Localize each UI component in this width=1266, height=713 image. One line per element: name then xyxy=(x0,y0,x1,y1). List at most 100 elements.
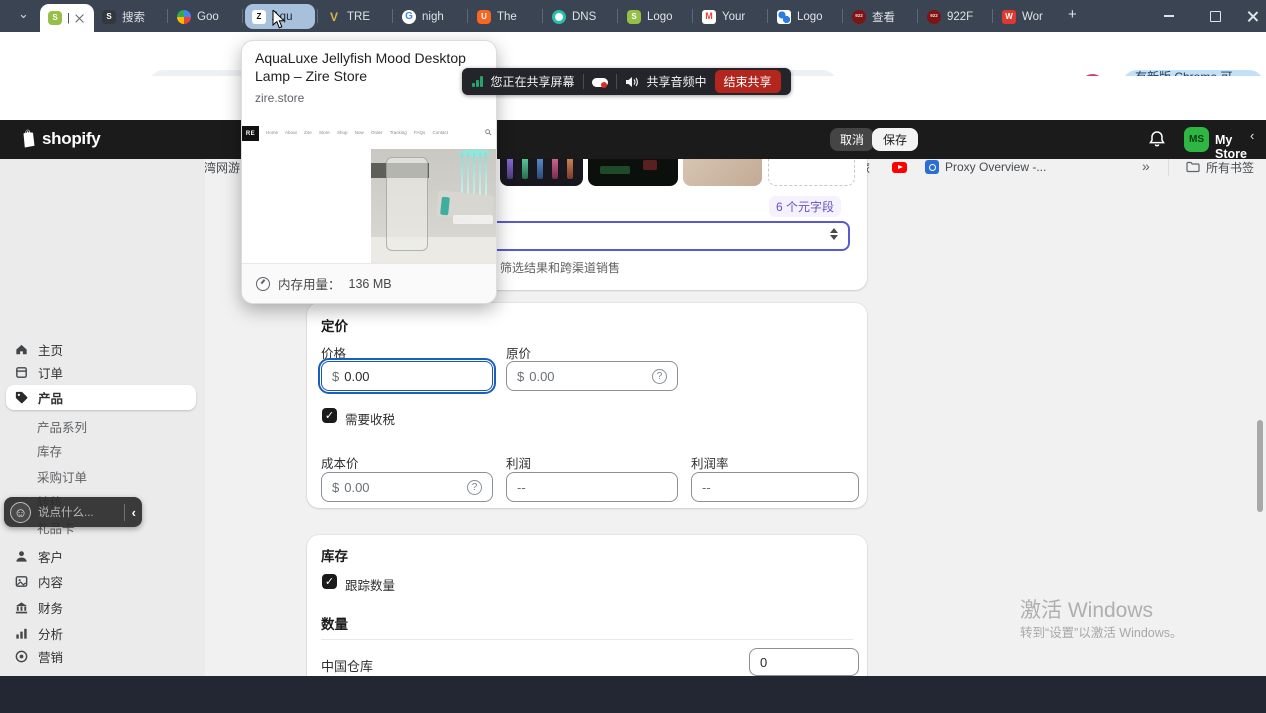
browser-tab[interactable]: DNS xyxy=(545,4,615,29)
tab-label: 搜索 xyxy=(122,9,158,25)
sidebar-item-content[interactable]: 内容 xyxy=(6,569,196,593)
sidebar-label: 主页 xyxy=(38,340,63,359)
folder-icon xyxy=(1186,161,1200,173)
site-logo: RE xyxy=(242,126,259,141)
margin-input[interactable]: -- xyxy=(691,472,859,502)
margin-value: -- xyxy=(702,480,711,495)
quantity-title: 数量 xyxy=(321,613,348,633)
sidebar-item-home[interactable]: 主页 xyxy=(6,337,196,361)
content-icon xyxy=(14,574,29,589)
notifications-bell-icon[interactable] xyxy=(1148,130,1166,149)
tab-separator xyxy=(692,9,693,23)
tab-separator xyxy=(617,9,618,23)
chat-divider xyxy=(124,504,125,521)
cancel-button[interactable]: 取消 xyxy=(830,128,874,151)
window-maximize-button[interactable] xyxy=(1194,0,1236,32)
track-quantity-checkbox[interactable]: ✓ xyxy=(322,574,337,589)
metafields-link[interactable]: 6 个元字段 xyxy=(769,196,841,217)
browser-tab[interactable]: 922 922F xyxy=(920,4,990,29)
tab-label: Logo xyxy=(797,11,833,23)
bookmark-item[interactable]: Proxy Overview -... xyxy=(925,157,1046,177)
profit-input[interactable]: -- xyxy=(506,472,678,502)
site-nav: Home About Zire Store Shop Now Order Tra… xyxy=(266,130,476,135)
price-input[interactable]: $ 0.00 xyxy=(321,361,493,391)
page-scrollbar[interactable] xyxy=(1257,420,1263,512)
sidebar-item-analytics[interactable]: 分析 xyxy=(6,621,196,645)
help-icon[interactable]: ? xyxy=(652,369,667,384)
tab-separator xyxy=(392,9,393,23)
tab-separator xyxy=(767,9,768,23)
window-minimize-button[interactable] xyxy=(1148,0,1190,32)
tab-label: 查看 xyxy=(872,9,908,25)
quantity-input[interactable]: 0 xyxy=(749,648,859,676)
compare-price-input[interactable]: $ 0.00 ? xyxy=(506,361,678,391)
browser-tab[interactable]: M Your xyxy=(695,4,765,29)
share-divider xyxy=(583,74,584,89)
window-close-button[interactable] xyxy=(1238,0,1266,32)
charge-tax-checkbox[interactable]: ✓ xyxy=(322,408,337,423)
browser-tab[interactable]: Goo xyxy=(170,4,240,29)
bookmarks-divider xyxy=(1168,158,1169,176)
browser-tab[interactable]: S 搜索 xyxy=(95,4,165,29)
tab-label: TRE xyxy=(347,11,383,23)
cloud-icon[interactable] xyxy=(592,76,608,87)
browser-tab[interactable]: W Wor xyxy=(995,4,1065,29)
tab-search-chevron-icon[interactable]: ⌄ xyxy=(18,6,29,22)
orders-icon xyxy=(14,365,29,380)
track-quantity-label: 跟踪数量 xyxy=(345,575,395,594)
chat-input-placeholder[interactable]: 说点什么... xyxy=(38,504,117,520)
cost-label: 成本价 xyxy=(321,453,359,472)
browser-tab[interactable]: Logo xyxy=(770,4,840,29)
tab-separator xyxy=(992,9,993,23)
profit-label: 利润 xyxy=(506,453,531,472)
warehouse-label: 中国仓库 xyxy=(321,656,373,675)
store-avatar[interactable]: MS xyxy=(1184,127,1209,152)
browser-tab[interactable]: V TRE xyxy=(320,4,390,29)
analytics-icon xyxy=(14,626,29,641)
sharing-label: 您正在共享屏幕 xyxy=(491,73,575,90)
cost-input[interactable]: $ 0.00 ? xyxy=(321,472,493,502)
stop-sharing-button[interactable]: 结束共享 xyxy=(715,70,781,93)
sidebar-subitem-collections[interactable]: 产品系列 xyxy=(37,417,87,433)
922-favicon: 922 xyxy=(927,10,941,24)
sidebar-item-products-active[interactable]: 产品 xyxy=(6,385,196,410)
profit-value: -- xyxy=(517,480,526,495)
activate-windows-watermark: 激活 Windows xyxy=(1020,594,1153,624)
sidebar-subitem-purchase-orders[interactable]: 采购订单 xyxy=(37,467,87,483)
speaker-icon xyxy=(625,76,639,88)
active-tab[interactable]: S | xyxy=(40,4,94,32)
922-favicon: 922 xyxy=(852,10,866,24)
sidebar-subitem-inventory[interactable]: 库存 xyxy=(37,441,62,457)
browser-tab[interactable]: G nigh xyxy=(395,4,465,29)
tab-label: DNS xyxy=(572,11,608,23)
sidebar-item-orders[interactable]: 订单 xyxy=(6,360,196,384)
tab-separator xyxy=(242,9,243,23)
shopify-favicon: S xyxy=(102,10,116,24)
tab-hover-preview: AquaLuxe Jellyfish Mood Desktop Lamp – Z… xyxy=(241,40,497,304)
inventory-title: 库存 xyxy=(321,545,348,565)
browser-tab[interactable]: U The xyxy=(470,4,540,29)
tag-icon xyxy=(14,390,29,405)
header-collapse-chevron[interactable]: ‹ xyxy=(1250,128,1254,143)
finance-icon xyxy=(14,600,29,615)
tab-close-icon[interactable] xyxy=(75,14,84,23)
save-button[interactable]: 保存 xyxy=(872,128,918,151)
shopify-sidebar: 主页 订单 产品 产品系列 库存 采购订单 转移 礼品卡 客户 内容 财务 分析 xyxy=(0,159,205,676)
help-icon[interactable]: ? xyxy=(467,480,482,495)
browser-tab[interactable]: S Logo xyxy=(620,4,690,29)
browser-tab[interactable]: 922 查看 xyxy=(845,4,915,29)
browser-toolbar: ← → ↻ admin.sl ☆ Y 有新版 Chrome 可用 ⋮ 您正在共享… xyxy=(0,32,1266,76)
new-tab-button[interactable]: + xyxy=(1068,6,1077,23)
bookmarks-overflow-chevron[interactable]: » xyxy=(1142,158,1150,174)
sidebar-item-customers[interactable]: 客户 xyxy=(6,544,196,568)
sidebar-item-finance[interactable]: 财务 xyxy=(6,595,196,619)
compare-price-label: 原价 xyxy=(506,343,531,362)
bookmark-item[interactable] xyxy=(892,157,913,177)
memory-gauge-icon xyxy=(256,277,270,291)
charge-tax-label: 需要收税 xyxy=(345,409,395,428)
windows-taskbar: W X 8 M 15 ∧ 英 xyxy=(0,676,1266,713)
sidebar-item-marketing[interactable]: 营销 xyxy=(6,644,196,668)
chat-collapse-chevron[interactable]: ‹ xyxy=(132,505,136,520)
smiley-avatar-icon: ☺ xyxy=(10,502,31,523)
tab-separator xyxy=(542,9,543,23)
